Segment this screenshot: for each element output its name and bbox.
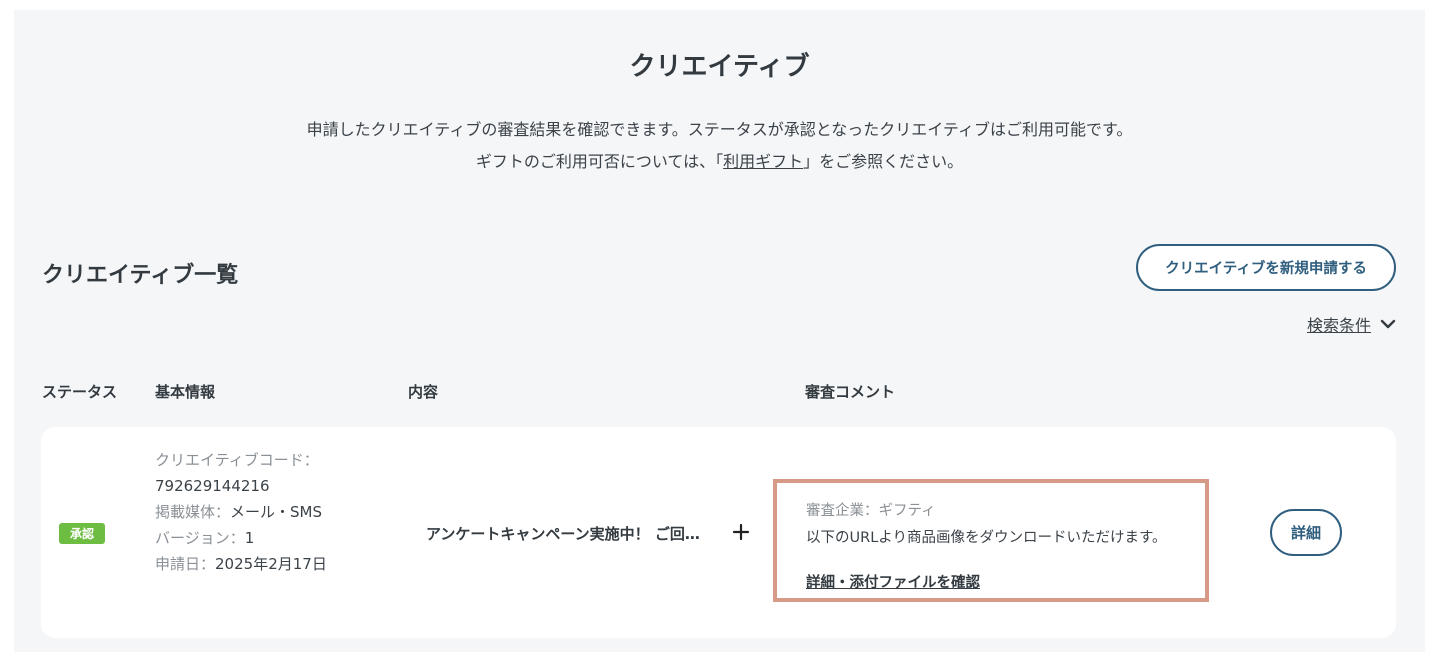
chevron-down-icon (1380, 319, 1396, 329)
creative-code-label: クリエイティブコード： (155, 451, 319, 469)
new-creative-button[interactable]: クリエイティブを新規申請する (1136, 244, 1396, 291)
creative-code-value: 792629144216 (155, 477, 270, 495)
date-value: 2025年2月17日 (215, 555, 327, 573)
date-line: 申請日：2025年2月17日 (155, 551, 327, 577)
description-line-2: ギフトのご利用可否については、「利用ギフト」をご参照ください。 (14, 146, 1425, 178)
version-value: 1 (244, 529, 255, 547)
content-text: アンケートキャンペーン実施中！ ご回答いただいた方に (426, 525, 714, 543)
description-line-2-pre: ギフトのご利用可否については、「 (475, 152, 724, 171)
basic-info: クリエイティブコード： 792629144216 掲載媒体：メール・SMS バー… (155, 447, 327, 577)
page-description: 申請したクリエイティブの審査結果を確認できます。ステータスが承認となったクリエイ… (14, 114, 1425, 178)
date-label: 申請日： (155, 555, 216, 573)
column-header-basic-info: 基本情報 (155, 383, 216, 401)
status-badge: 承認 (59, 523, 105, 544)
version-line: バージョン：1 (155, 525, 327, 551)
detail-button[interactable]: 詳細 (1270, 509, 1342, 556)
review-company: 審査企業：ギフティ (806, 499, 936, 520)
media-line: 掲載媒体：メール・SMS (155, 499, 327, 525)
gift-link[interactable]: 利用ギフト (723, 152, 803, 171)
review-detail-link[interactable]: 詳細・添付ファイルを確認 (806, 571, 980, 592)
page-title: クリエイティブ (629, 52, 810, 82)
column-header-review-comment: 審査コメント (805, 383, 896, 401)
review-comment: 以下のURLより商品画像をダウンロードいただけます。 (806, 530, 1167, 546)
description-line-1: 申請したクリエイティブの審査結果を確認できます。ステータスが承認となったクリエイ… (306, 120, 1133, 139)
review-comment-box: 審査企業：ギフティ 以下のURLより商品画像をダウンロードいただけます。 詳細・… (773, 479, 1209, 602)
creative-row: 承認 クリエイティブコード： 792629144216 掲載媒体：メール・SMS… (41, 427, 1396, 638)
description-line-2-post: 」をご参照ください。 (803, 152, 964, 171)
review-company-label: 審査企業： (806, 503, 879, 519)
column-header-status: ステータス (42, 383, 118, 401)
search-conditions-toggle[interactable]: 検索条件 (1307, 312, 1397, 336)
plus-icon[interactable] (731, 522, 751, 542)
media-value: メール・SMS (230, 503, 323, 521)
list-title: クリエイティブ一覧 (42, 263, 239, 288)
creative-panel: クリエイティブ 申請したクリエイティブの審査結果を確認できます。ステータスが承認… (14, 10, 1425, 652)
review-company-value: ギフティ (878, 503, 936, 519)
column-header-content: 内容 (408, 383, 439, 401)
version-label: バージョン： (155, 529, 245, 547)
media-label: 掲載媒体： (155, 503, 231, 521)
search-conditions-label: 検索条件 (1306, 316, 1371, 335)
